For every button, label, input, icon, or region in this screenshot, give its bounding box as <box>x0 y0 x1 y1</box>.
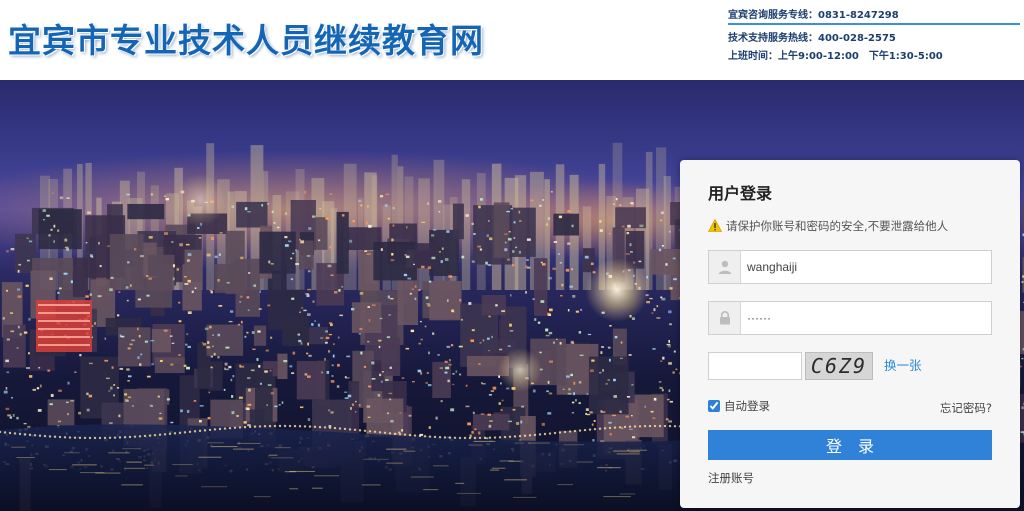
header: 宜宾市专业技术人员继续教育网 宜宾咨询服务专线：0831-8247298 技术支… <box>0 0 1024 80</box>
contact-divider <box>728 23 1020 25</box>
login-panel: 用户登录 请保护你账号和密码的安全,不要泄露给他人 C6Z9 换一张 <box>680 160 1020 508</box>
auto-login-label: 自动登录 <box>724 399 770 413</box>
auto-login-option[interactable]: 自动登录 <box>708 398 770 414</box>
captcha-input[interactable] <box>708 352 802 380</box>
login-title: 用户登录 <box>708 184 773 203</box>
password-field <box>708 301 992 335</box>
refresh-captcha-link[interactable]: 换一张 <box>884 355 922 374</box>
captcha-image[interactable]: C6Z9 <box>805 352 873 380</box>
security-hint-text: 请保护你账号和密码的安全,不要泄露给他人 <box>726 219 949 233</box>
login-button[interactable]: 登录 <box>708 430 992 460</box>
username-field <box>708 250 992 284</box>
office-hours: 上班时间：上午9:00-12:00 下午1:30-5:00 <box>728 51 943 62</box>
username-input[interactable] <box>741 251 991 283</box>
forgot-password-link[interactable]: 忘记密码? <box>940 400 992 416</box>
support-hotline: 技术支持服务热线：400-028-2575 <box>728 33 896 44</box>
password-input[interactable] <box>741 302 991 334</box>
lock-icon <box>709 302 741 334</box>
security-hint: 请保护你账号和密码的安全,不要泄露给他人 <box>708 218 948 234</box>
warning-icon <box>708 219 722 232</box>
register-link[interactable]: 注册账号 <box>708 470 754 486</box>
site-title: 宜宾市专业技术人员继续教育网 <box>8 21 484 60</box>
user-icon <box>709 251 741 283</box>
consult-hotline: 宜宾咨询服务专线：0831-8247298 <box>728 10 899 21</box>
auto-login-checkbox[interactable] <box>708 400 720 412</box>
